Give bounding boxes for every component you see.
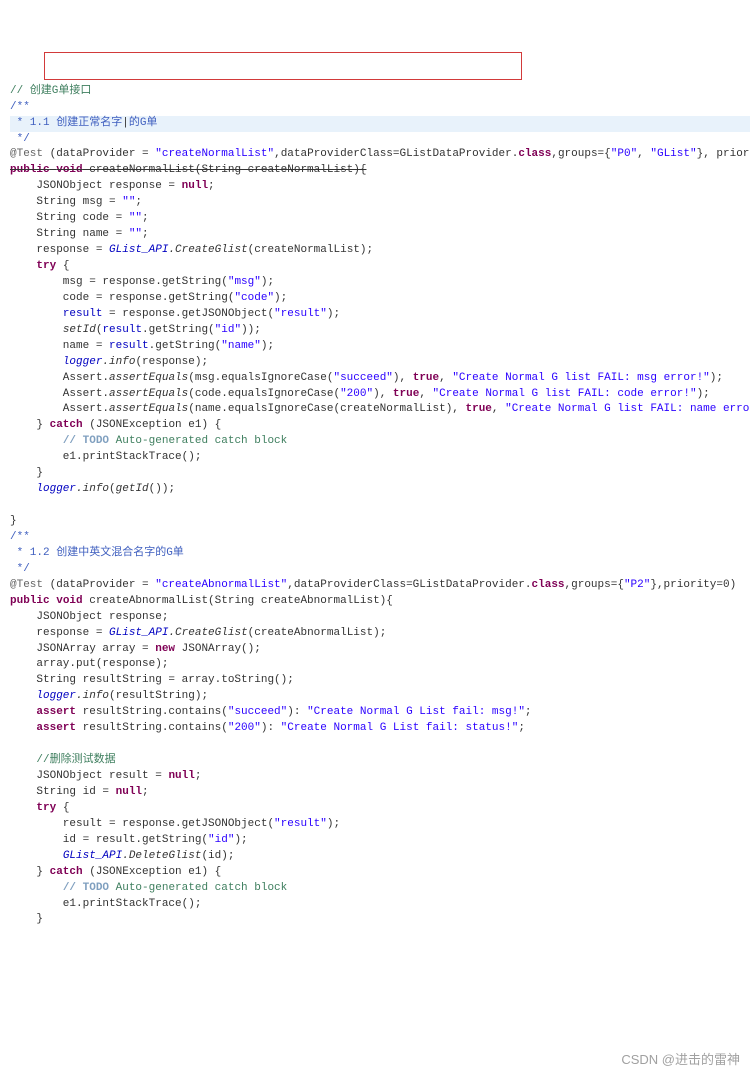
code-line: result = response.getJSONObject("result"… [10,308,340,320]
code-line: // 创建G单接口 [10,85,91,97]
highlighted-line: * 1.1 创建正常名字|的G单 [10,116,750,132]
code-line: assert resultString.contains("200"): "Cr… [10,722,525,734]
code-line: assert resultString.contains("succeed"):… [10,706,532,718]
code-line: Assert.assertEquals(code.equalsIgnoreCas… [10,388,710,400]
code-line: msg = response.getString("msg"); [10,276,274,288]
code-line: logger.info(resultString); [10,690,208,702]
code-line: // TODO Auto-generated catch block [10,435,287,447]
code-line: String resultString = array.toString(); [10,674,294,686]
watermark: CSDN @进击的雷神 [621,1051,740,1070]
code-line: } catch (JSONException e1) { [10,866,221,878]
code-line: JSONObject response = null; [10,180,215,192]
code-line: name = result.getString("name"); [10,340,274,352]
code-line: setId(result.getString("id")); [10,324,261,336]
code-line: */ [10,563,30,575]
code-line: id = result.getString("id"); [10,834,248,846]
code-line: //删除测试数据 [10,754,116,766]
code-line: e1.printStackTrace(); [10,898,201,910]
code-line: */ [10,133,30,145]
code-line: code = response.getString("code"); [10,292,287,304]
code-line: String msg = ""; [10,196,142,208]
code-line: public void createNormalList(String crea… [10,164,366,176]
code-editor[interactable]: // 创建G单接口 /** * 1.1 创建正常名字|的G单 */ @Test … [10,68,750,929]
code-line: String code = ""; [10,212,149,224]
code-line: logger.info(getId()); [10,483,175,495]
code-line: @Test (dataProvider = "createNormalList"… [10,148,750,160]
code-line: JSONArray array = new JSONArray(); [10,643,261,655]
code-line: } [10,515,17,527]
code-line: e1.printStackTrace(); [10,451,201,463]
code-line: try { [10,260,69,272]
code-line: String id = null; [10,786,149,798]
code-line: JSONObject response; [10,611,168,623]
code-line: * 1.2 创建中英文混合名字的G单 [10,547,184,559]
code-line: try { [10,802,69,814]
code-line: public void createAbnormalList(String cr… [10,595,393,607]
code-line: /** [10,101,30,113]
code-line: array.put(response); [10,658,168,670]
code-line: // TODO Auto-generated catch block [10,882,287,894]
code-line: logger.info(response); [10,356,208,368]
code-line: String name = ""; [10,228,149,240]
code-line: Assert.assertEquals(msg.equalsIgnoreCase… [10,372,723,384]
code-line: /** [10,531,30,543]
code-line: response = GList_API.CreateGlist(createA… [10,627,386,639]
code-line: GList_API.DeleteGlist(id); [10,850,234,862]
code-line: result = response.getJSONObject("result"… [10,818,340,830]
code-line: } [10,913,43,925]
code-line: @Test (dataProvider = "createAbnormalLis… [10,579,736,591]
code-line: response = GList_API.CreateGlist(createN… [10,244,373,256]
code-line: } catch (JSONException e1) { [10,419,221,431]
code-line: JSONObject result = null; [10,770,201,782]
code-line: Assert.assertEquals(name.equalsIgnoreCas… [10,403,750,415]
code-line: } [10,467,43,479]
